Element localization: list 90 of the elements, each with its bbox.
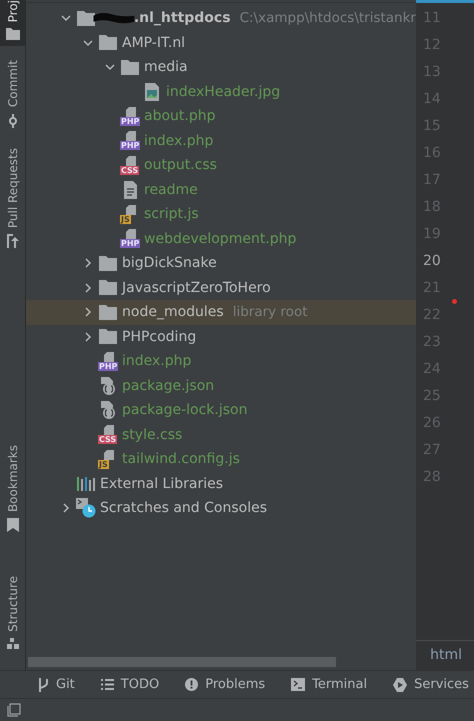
pull-request-icon [6, 234, 20, 248]
scratches-icon [76, 498, 96, 518]
tree-item-name: External Libraries [100, 476, 223, 492]
tree-item-name: PHPcoding [122, 328, 196, 345]
tree-item-name: indexHeader.jpg [166, 84, 280, 100]
tree-row[interactable]: bigDickSnake [26, 251, 416, 276]
tree-item-name: output.css [144, 157, 217, 174]
chevron-right-icon[interactable] [83, 307, 93, 318]
folder-icon [99, 304, 117, 320]
tree-item-name: style.css [122, 426, 182, 443]
folder-icon [77, 10, 95, 26]
exclamation-icon [185, 678, 198, 691]
tree-item-name: webdevelopment.php [144, 230, 296, 247]
tool-window-tab[interactable]: Proj [0, 0, 25, 46]
tree-row[interactable]: External Libraries [26, 472, 416, 496]
tree-row[interactable]: JavascriptZeroToHero [26, 276, 416, 300]
chevron-right-icon[interactable] [83, 282, 93, 293]
tree-row[interactable]: package-lock.json [26, 398, 416, 422]
folder-icon [99, 280, 117, 296]
folder-icon [99, 329, 117, 344]
tool-window-button[interactable]: TODO [100, 677, 160, 692]
chevron-right-icon[interactable] [83, 332, 93, 342]
tree-row[interactable]: .nl_httpdocs C:\xampp\htdocs\tristankr [26, 6, 416, 30]
folder-icon [121, 60, 139, 75]
tree-row[interactable]: Scratches and Consoles [26, 496, 416, 520]
tree-item-name: AMP-IT.nl [122, 34, 186, 51]
tree-item-name: index.php [144, 132, 214, 149]
tree-item-name: bigDickSnake [122, 255, 217, 272]
json-file-icon [99, 401, 117, 420]
tree-row[interactable]: JS script.js [26, 202, 416, 226]
tree-row[interactable]: PHP index.php [26, 128, 416, 153]
tool-window-tab[interactable]: Structure [0, 572, 25, 656]
tree-item-name: JavascriptZeroToHero [122, 280, 271, 296]
chevron-down-icon[interactable] [105, 62, 115, 72]
tree-item-name: package.json [122, 378, 214, 394]
tree-row[interactable]: media [26, 55, 416, 80]
tree-item-name: index.php [122, 353, 192, 370]
tree-item-hint: C:\xampp\htdocs\tristankr [240, 10, 416, 26]
tree-row[interactable]: PHPcoding [26, 324, 416, 349]
tree-row[interactable]: CSS style.css [26, 422, 416, 447]
chevron-right-icon[interactable] [83, 258, 93, 268]
folder-icon [99, 35, 117, 50]
tree-item-name: readme [144, 182, 198, 198]
horizontal-scrollbar[interactable] [28, 657, 336, 667]
tool-window-button[interactable]: Services [393, 677, 469, 692]
panel-toggle-icon[interactable] [7, 703, 21, 717]
line-number: 20 [423, 253, 441, 269]
tree-item-name: about.php [144, 108, 216, 124]
chevron-down-icon[interactable] [61, 13, 71, 24]
branch-icon [38, 678, 49, 692]
error-marker-icon [452, 299, 457, 304]
tool-window-tab[interactable]: Commit [0, 56, 25, 134]
image-file-icon [145, 82, 159, 101]
tree-row[interactable]: CSS output.css [26, 153, 416, 178]
bookmark-icon [6, 518, 18, 532]
chevron-right-icon[interactable] [61, 503, 71, 514]
tree-item-name: package-lock.json [122, 402, 248, 418]
tool-window-button[interactable]: Terminal [291, 677, 368, 692]
chevron-down-icon[interactable] [83, 38, 93, 48]
folder-icon [99, 256, 117, 271]
tree-row[interactable]: node_modules library root [26, 300, 416, 324]
tree-item-name: media [144, 59, 188, 76]
terminal-icon [291, 678, 306, 691]
tree-row[interactable]: PHP index.php [26, 349, 416, 374]
tree-row[interactable]: AMP-IT.nl [26, 30, 416, 55]
tree-row[interactable]: JS tailwind.config.js [26, 447, 416, 472]
tool-window-button[interactable]: Problems [185, 677, 266, 692]
json-file-icon [99, 376, 117, 395]
list-icon [100, 679, 114, 690]
tree-item-name: tailwind.config.js [122, 451, 240, 468]
tool-window-button[interactable]: Git [38, 677, 75, 692]
structure-icon [6, 638, 18, 650]
library-icon [77, 476, 95, 491]
tree-row[interactable]: PHP webdevelopment.php [26, 226, 416, 251]
file-language-label: html [430, 647, 462, 663]
tree-item-name: script.js [144, 206, 199, 222]
tree-item-name: .nl_httpdocs [134, 10, 231, 26]
tree-row[interactable]: indexHeader.jpg [26, 80, 416, 104]
tree-row[interactable]: package.json [26, 374, 416, 398]
play-icon [393, 678, 408, 692]
tree-item-name: Scratches and Consoles [100, 500, 267, 516]
tree-item-hint: library root [232, 304, 308, 320]
tree-item-name: node_modules [122, 304, 224, 320]
tree-row[interactable]: readme [26, 178, 416, 202]
folder-icon [6, 28, 20, 40]
active-indicator [416, 0, 474, 3]
tool-window-tab[interactable]: Pull Requests [0, 144, 25, 254]
text-file-icon [124, 180, 136, 199]
tree-row[interactable]: PHP about.php [26, 104, 416, 128]
tool-window-tab[interactable]: Bookmarks [0, 441, 25, 538]
